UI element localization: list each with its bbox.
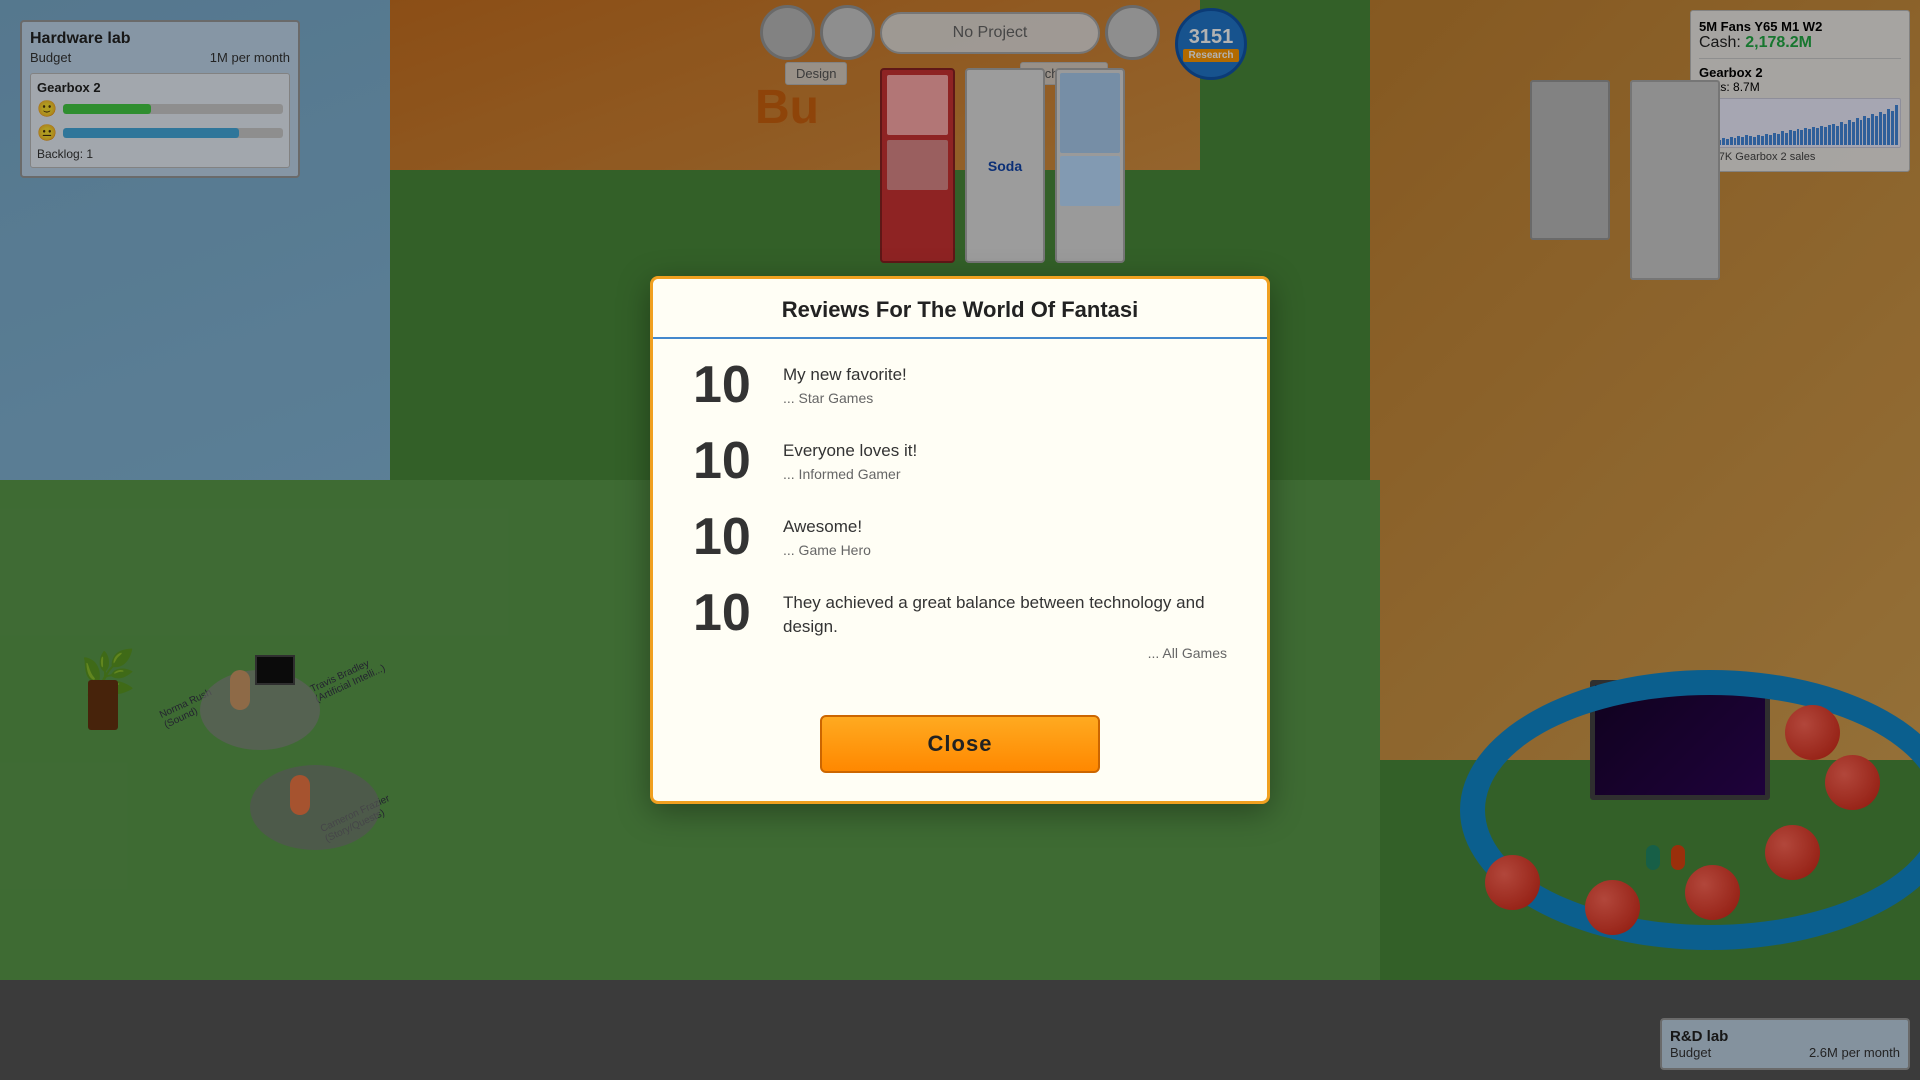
review-text-block: They achieved a great balance between te… xyxy=(783,587,1227,661)
review-comment: Everyone loves it! xyxy=(783,439,917,463)
modal-header: Reviews For The World Of Fantasi xyxy=(653,279,1267,339)
review-item: 10 My new favorite! ... Star Games xyxy=(693,359,1227,411)
review-text-block: Everyone loves it! ... Informed Gamer xyxy=(783,435,917,482)
modal-title: Reviews For The World Of Fantasi xyxy=(677,297,1243,323)
review-item: 10 Everyone loves it! ... Informed Gamer xyxy=(693,435,1227,487)
review-text-block: My new favorite! ... Star Games xyxy=(783,359,907,406)
reviews-modal: Reviews For The World Of Fantasi 10 My ne… xyxy=(650,276,1270,804)
review-score: 10 xyxy=(693,435,763,487)
review-item: 10 Awesome! ... Game Hero xyxy=(693,511,1227,563)
review-comment: Awesome! xyxy=(783,515,871,539)
review-item: 10 They achieved a great balance between … xyxy=(693,587,1227,661)
close-button[interactable]: Close xyxy=(820,715,1100,773)
modal-body: 10 My new favorite! ... Star Games 10 Everyo… xyxy=(653,339,1267,705)
review-source: ... Informed Gamer xyxy=(783,466,917,482)
review-comment: My new favorite! xyxy=(783,363,907,387)
modal-overlay: Reviews For The World Of Fantasi 10 My ne… xyxy=(0,0,1920,1080)
review-source: ... Star Games xyxy=(783,390,907,406)
review-comment: They achieved a great balance between te… xyxy=(783,591,1227,639)
review-score: 10 xyxy=(693,511,763,563)
review-text-block: Awesome! ... Game Hero xyxy=(783,511,871,558)
review-source: ... All Games xyxy=(783,645,1227,661)
review-source: ... Game Hero xyxy=(783,542,871,558)
review-score: 10 xyxy=(693,587,763,639)
review-score: 10 xyxy=(693,359,763,411)
modal-footer: Close xyxy=(653,705,1267,801)
